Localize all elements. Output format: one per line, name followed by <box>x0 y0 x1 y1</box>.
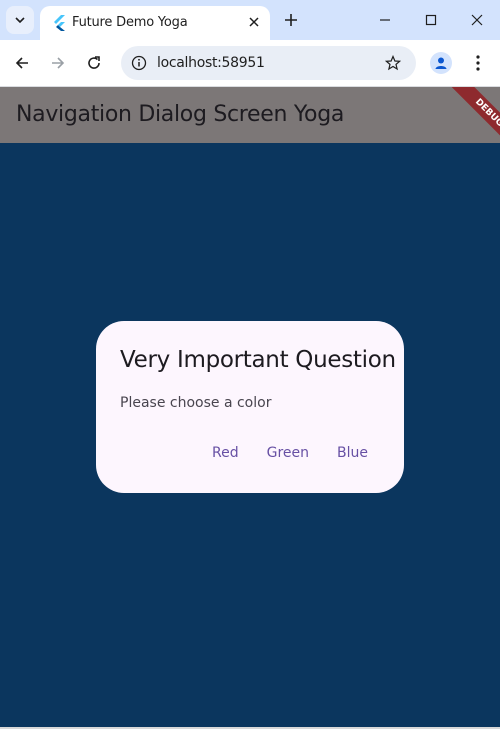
more-vertical-icon <box>476 55 480 71</box>
bookmark-button[interactable] <box>382 52 404 74</box>
address-bar[interactable]: localhost:58951 <box>121 46 416 80</box>
alert-dialog: Very Important Question Please choose a … <box>96 321 404 493</box>
url-text[interactable]: localhost:58951 <box>157 55 265 71</box>
profile-button[interactable] <box>430 52 452 74</box>
site-info-button[interactable] <box>129 53 149 73</box>
blue-button[interactable]: Blue <box>325 439 380 467</box>
close-icon <box>249 17 259 27</box>
maximize-icon <box>425 14 437 26</box>
back-button[interactable] <box>10 51 34 75</box>
browser-menu-button[interactable] <box>468 52 488 74</box>
page-title: Navigation Dialog Screen Yoga <box>16 102 345 127</box>
browser-tab[interactable]: Future Demo Yoga <box>40 6 270 40</box>
green-button[interactable]: Green <box>255 439 321 467</box>
debug-banner: DEBUG <box>440 87 500 147</box>
arrow-left-icon <box>15 57 28 69</box>
browser-toolbar: localhost:58951 <box>0 40 500 87</box>
arrow-right-icon <box>52 57 65 69</box>
debug-label: DEBUG <box>451 87 500 147</box>
minimize-button[interactable] <box>373 8 397 32</box>
app-bar: Navigation Dialog Screen Yoga <box>0 87 500 143</box>
maximize-button[interactable] <box>419 8 443 32</box>
avatar-icon <box>435 57 447 69</box>
plus-icon <box>285 14 297 26</box>
dialog-actions: Red Green Blue <box>200 439 380 467</box>
minimize-icon <box>380 19 390 21</box>
dialog-title: Very Important Question <box>120 347 396 373</box>
tab-title: Future Demo Yoga <box>72 15 188 30</box>
new-tab-button[interactable] <box>281 10 301 30</box>
flutter-logo-icon <box>54 15 65 31</box>
reload-icon <box>88 56 100 69</box>
forward-button[interactable] <box>46 51 70 75</box>
browser-tab-strip: Future Demo Yoga <box>0 0 500 40</box>
info-icon <box>131 55 147 71</box>
reload-button[interactable] <box>82 51 106 75</box>
dialog-content: Please choose a color <box>120 395 272 411</box>
close-icon <box>471 14 483 26</box>
tab-close-button[interactable] <box>246 14 262 30</box>
window-close-button[interactable] <box>465 8 489 32</box>
star-icon <box>385 55 401 71</box>
chevron-down-icon <box>15 17 25 24</box>
red-button[interactable]: Red <box>200 439 251 467</box>
tab-search-button[interactable] <box>6 6 34 34</box>
